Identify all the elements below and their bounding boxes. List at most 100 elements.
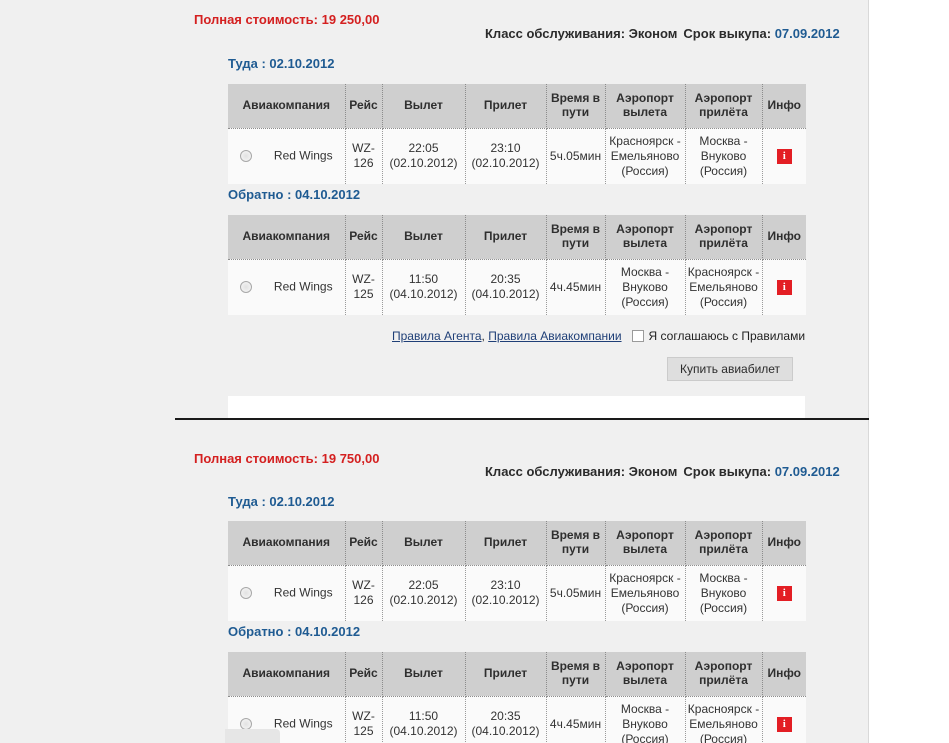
th-duration: Время в пути — [546, 521, 606, 566]
th-duration: Время в пути — [546, 215, 606, 260]
th-departure: Вылет — [382, 652, 466, 697]
offer-1-leg-2-title: Обратно : 04.10.2012 — [228, 187, 361, 202]
arrival-date: (04.10.2012) — [471, 724, 540, 738]
th-info: Инфо — [762, 521, 806, 566]
th-from-airport: Аэропорт вылета — [605, 521, 686, 566]
offer-1-price-label: Полная стоимость: — [194, 12, 318, 27]
offer-2-class-label: Класс обслуживания: — [485, 464, 626, 479]
bottom-status-chip — [225, 729, 280, 743]
cell-duration: 4ч.45мин — [546, 259, 606, 315]
cell-arrival: 23:10 (02.10.2012) — [465, 565, 547, 621]
cell-from-airport: Москва - Внуково (Россия) — [605, 696, 686, 743]
table-header-row: Авиакомпания Рейс Вылет Прилет Время в п… — [228, 652, 806, 697]
airline-name: Red Wings — [273, 716, 333, 731]
cell-flight-no: WZ-125 — [345, 259, 383, 315]
cell-arrival: 23:10 (02.10.2012) — [465, 128, 547, 184]
agree-checkbox[interactable] — [631, 330, 644, 342]
offer-1-leg-2-table: Авиакомпания Рейс Вылет Прилет Время в п… — [228, 215, 806, 315]
table-row[interactable]: Red Wings WZ-126 22:05 (02.10.2012) 23:1… — [228, 128, 806, 184]
cell-airline: Red Wings — [228, 565, 346, 621]
offer-2-class-value: Эконом — [628, 464, 678, 479]
departure-time: 22:05 — [408, 578, 439, 592]
departure-date: (02.10.2012) — [389, 593, 458, 607]
cell-arrival: 20:35 (04.10.2012) — [465, 259, 547, 315]
th-airline: Авиакомпания — [228, 84, 346, 129]
buy-ticket-button[interactable]: Купить авиабилет — [667, 357, 794, 381]
cell-airline: Red Wings — [228, 128, 346, 184]
th-arrival: Прилет — [465, 215, 547, 260]
arrival-time: 20:35 — [490, 709, 521, 723]
cell-airline: Red Wings — [228, 259, 346, 315]
airline-rules-link[interactable]: Правила Авиакомпании — [488, 329, 621, 343]
offer-divider — [175, 418, 869, 420]
cell-duration: 4ч.45мин — [546, 696, 606, 743]
cell-departure: 11:50 (04.10.2012) — [382, 696, 466, 743]
offer-1-class-info: Класс обслуживания: Эконом Срок выкупа: 0… — [485, 26, 840, 41]
th-flight-no: Рейс — [345, 652, 383, 697]
airline-name: Red Wings — [273, 279, 333, 294]
cell-info: i — [762, 259, 806, 315]
table-row[interactable]: Red Wings WZ-126 22:05 (02.10.2012) 23:1… — [228, 565, 806, 621]
offer-1-deadline-value: 07.09.2012 — [774, 26, 840, 41]
flight-select-radio[interactable] — [239, 587, 252, 600]
th-flight-no: Рейс — [345, 84, 383, 129]
cell-departure: 22:05 (02.10.2012) — [382, 565, 466, 621]
table-row[interactable]: Red Wings WZ-125 11:50 (04.10.2012) 20:3… — [228, 696, 806, 743]
th-info: Инфо — [762, 215, 806, 260]
offer-2-price-label: Полная стоимость: — [194, 451, 318, 466]
departure-date: (04.10.2012) — [389, 724, 458, 738]
flight-select-radio[interactable] — [239, 150, 252, 163]
arrival-date: (02.10.2012) — [471, 593, 540, 607]
cell-departure: 11:50 (04.10.2012) — [382, 259, 466, 315]
offer-1-price-value: 19 250,00 — [321, 12, 380, 27]
cell-from-airport: Красноярск - Емельяново (Россия) — [605, 128, 686, 184]
th-from-airport: Аэропорт вылета — [605, 84, 686, 129]
offer-1-deadline-label: Срок выкупа: — [683, 26, 772, 41]
rules-and-agreement: Правила Агента, Правила Авиакомпании Я со… — [392, 329, 805, 343]
page-root: Полная стоимость: 19 250,00 Класс обслуж… — [0, 0, 949, 743]
th-airline: Авиакомпания — [228, 215, 346, 260]
offer-2-class-info: Класс обслуживания: Эконом Срок выкупа: 0… — [485, 464, 840, 479]
agree-label: Я соглашаюсь с Правилами — [648, 329, 806, 343]
agent-rules-link[interactable]: Правила Агента — [392, 329, 482, 343]
offer-2-price-value: 19 750,00 — [321, 451, 380, 466]
th-flight-no: Рейс — [345, 521, 383, 566]
table-header-row: Авиакомпания Рейс Вылет Прилет Время в п… — [228, 84, 806, 129]
departure-time: 11:50 — [408, 709, 439, 723]
cell-flight-no: WZ-126 — [345, 565, 383, 621]
cell-to-airport: Москва - Внуково (Россия) — [685, 128, 763, 184]
th-info: Инфо — [762, 652, 806, 697]
th-to-airport: Аэропорт прилёта — [685, 521, 763, 566]
info-icon[interactable]: i — [776, 149, 792, 164]
table-header-row: Авиакомпания Рейс Вылет Прилет Время в п… — [228, 521, 806, 566]
cell-departure: 22:05 (02.10.2012) — [382, 128, 466, 184]
offer-1-leg-1-table: Авиакомпания Рейс Вылет Прилет Время в п… — [228, 84, 806, 184]
arrival-time: 23:10 — [490, 578, 521, 592]
offer-1-class-label: Класс обслуживания: — [485, 26, 626, 41]
th-to-airport: Аэропорт прилёта — [685, 652, 763, 697]
cell-duration: 5ч.05мин — [546, 565, 606, 621]
th-from-airport: Аэропорт вылета — [605, 652, 686, 697]
table-header-row: Авиакомпания Рейс Вылет Прилет Время в п… — [228, 215, 806, 260]
th-departure: Вылет — [382, 215, 466, 260]
th-info: Инфо — [762, 84, 806, 129]
info-icon[interactable]: i — [776, 717, 792, 732]
th-departure: Вылет — [382, 84, 466, 129]
airline-name: Red Wings — [273, 148, 333, 163]
offer-2-leg-2-title: Обратно : 04.10.2012 — [228, 624, 361, 639]
table-row[interactable]: Red Wings WZ-125 11:50 (04.10.2012) 20:3… — [228, 259, 806, 315]
departure-time: 22:05 — [408, 141, 439, 155]
th-to-airport: Аэропорт прилёта — [685, 84, 763, 129]
cell-info: i — [762, 696, 806, 743]
cell-duration: 5ч.05мин — [546, 128, 606, 184]
arrival-date: (02.10.2012) — [471, 156, 540, 170]
cell-to-airport: Красноярск - Емельяново (Россия) — [685, 696, 763, 743]
cell-flight-no: WZ-126 — [345, 128, 383, 184]
cell-info: i — [762, 565, 806, 621]
cell-arrival: 20:35 (04.10.2012) — [465, 696, 547, 743]
offer-1-total-price: Полная стоимость: 19 250,00 — [194, 12, 379, 27]
info-icon[interactable]: i — [776, 280, 792, 295]
flight-select-radio[interactable] — [239, 281, 252, 294]
th-arrival: Прилет — [465, 652, 547, 697]
info-icon[interactable]: i — [776, 586, 792, 601]
